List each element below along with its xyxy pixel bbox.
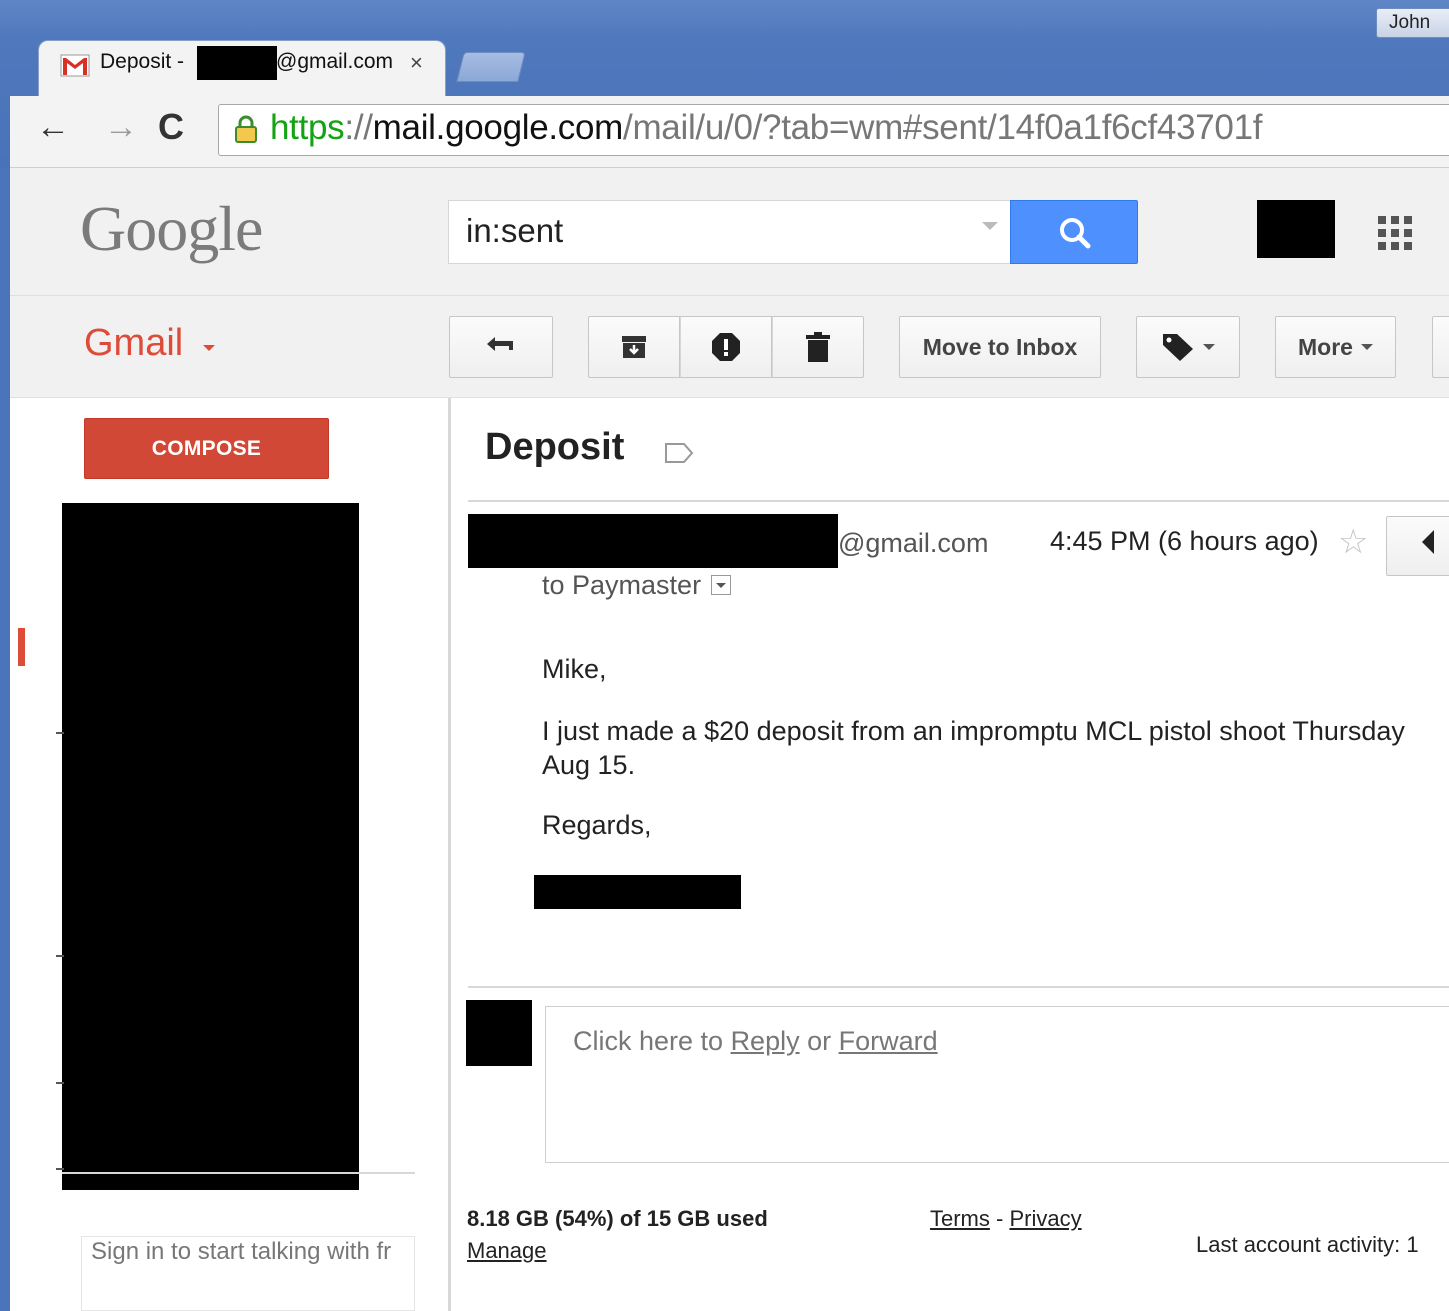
window-frame-edge bbox=[0, 168, 10, 1311]
signature-redacted bbox=[534, 875, 741, 909]
archive-button[interactable] bbox=[588, 316, 680, 378]
terms-link[interactable]: Terms bbox=[930, 1206, 990, 1231]
tab-title-suffix: @gmail.com bbox=[276, 50, 394, 73]
move-to-inbox-button[interactable]: Move to Inbox bbox=[899, 316, 1101, 378]
gmail-m-icon bbox=[60, 54, 90, 77]
url-path: /mail/u/0/?tab=wm#sent/14f0a1f6cf43701f bbox=[623, 108, 1263, 147]
lock-icon bbox=[235, 115, 257, 143]
account-avatar-redacted[interactable] bbox=[1257, 200, 1335, 258]
gmail-app-switcher[interactable]: Gmail bbox=[84, 322, 183, 365]
chevron-down-icon[interactable] bbox=[203, 345, 215, 351]
recipient-line: to Paymaster bbox=[542, 570, 732, 601]
tab-title-prefix: Deposit - bbox=[100, 50, 185, 73]
url-host: mail.google.com bbox=[372, 108, 624, 147]
delete-button[interactable] bbox=[772, 316, 864, 378]
body-paragraph-line: I just made a $20 deposit from an improm… bbox=[542, 716, 1405, 746]
forward-link[interactable]: Forward bbox=[839, 1026, 938, 1056]
sender-name-redacted bbox=[468, 514, 838, 568]
labels-menu-button[interactable] bbox=[1136, 316, 1240, 378]
sender-email: @gmail.com bbox=[838, 528, 989, 558]
reply-arrow-icon bbox=[1422, 530, 1434, 554]
redacted-label-list bbox=[62, 503, 359, 1190]
nav-expand-icon[interactable] bbox=[56, 955, 64, 957]
redacted-block bbox=[197, 46, 277, 80]
recipient-text: to Paymaster bbox=[542, 570, 702, 600]
search-input-value[interactable]: in:sent bbox=[466, 212, 563, 250]
footer-separator: - bbox=[989, 1206, 1010, 1231]
nav-expand-icon[interactable] bbox=[56, 1082, 64, 1084]
url-separator: :// bbox=[344, 108, 373, 147]
trash-icon bbox=[806, 332, 830, 362]
storage-usage: 8.18 GB (54%) of 15 GB used bbox=[467, 1206, 768, 1231]
reply-arrow-icon bbox=[487, 337, 513, 351]
label-tag-icon bbox=[1163, 334, 1193, 361]
star-icon[interactable]: ☆ bbox=[1338, 522, 1368, 562]
nav-expand-icon[interactable] bbox=[56, 732, 64, 734]
tab-close-icon[interactable]: × bbox=[410, 50, 423, 76]
message-divider bbox=[468, 986, 1449, 988]
back-to-sent-button[interactable] bbox=[449, 316, 553, 378]
nav-divider bbox=[62, 1172, 415, 1174]
report-spam-icon bbox=[712, 333, 740, 361]
search-icon bbox=[1060, 218, 1091, 249]
body-greeting: Mike, bbox=[542, 654, 607, 684]
compose-button[interactable]: COMPOSE bbox=[84, 418, 329, 479]
body-closing: Regards, bbox=[542, 810, 652, 840]
search-options-dropdown-icon[interactable] bbox=[982, 222, 998, 230]
more-menu-button[interactable]: More bbox=[1275, 316, 1396, 378]
browser-forward-icon[interactable]: → bbox=[104, 108, 138, 147]
message-subject: Deposit bbox=[485, 426, 625, 468]
manage-storage-link[interactable]: Manage bbox=[467, 1238, 547, 1264]
chevron-down-icon bbox=[1203, 344, 1215, 350]
chat-signin-text[interactable]: Sign in to start talking with fr bbox=[91, 1238, 413, 1266]
reply-button[interactable] bbox=[1386, 516, 1449, 576]
toolbar-overflow-button[interactable] bbox=[1432, 316, 1449, 378]
url-scheme: https bbox=[270, 108, 345, 147]
reply-link[interactable]: Reply bbox=[731, 1026, 800, 1056]
nav-active-indicator bbox=[18, 628, 25, 666]
chevron-down-icon bbox=[1360, 344, 1373, 350]
new-tab-button[interactable] bbox=[456, 52, 526, 82]
archive-icon bbox=[622, 336, 646, 358]
browser-back-icon[interactable]: ← bbox=[36, 108, 70, 147]
privacy-link[interactable]: Privacy bbox=[1009, 1206, 1081, 1231]
search-button[interactable] bbox=[1010, 200, 1138, 264]
content-divider bbox=[448, 398, 451, 1311]
label-outline-icon[interactable] bbox=[664, 442, 694, 464]
address-url[interactable]: https://mail.google.com/mail/u/0/?tab=wm… bbox=[270, 108, 1262, 148]
nav-expand-icon[interactable] bbox=[56, 1168, 64, 1170]
apps-grid-icon[interactable] bbox=[1378, 216, 1412, 250]
show-details-icon[interactable] bbox=[711, 574, 732, 595]
browser-reload-icon[interactable]: C bbox=[158, 106, 184, 148]
reply-prompt-text: Click here to bbox=[573, 1026, 731, 1056]
reply-prompt: Click here to Reply or Forward bbox=[573, 1026, 938, 1057]
message-timestamp: 4:45 PM (6 hours ago) bbox=[1050, 526, 1319, 556]
google-logo[interactable]: Google bbox=[80, 192, 263, 266]
footer-links: Terms - Privacy bbox=[930, 1206, 1082, 1232]
avatar bbox=[466, 1000, 532, 1066]
report-spam-button[interactable] bbox=[680, 316, 772, 378]
browser-user-button[interactable]: John bbox=[1376, 8, 1449, 38]
reply-prompt-or: or bbox=[799, 1026, 839, 1056]
subject-divider bbox=[468, 500, 1449, 502]
more-button-label: More bbox=[1298, 333, 1353, 360]
last-account-activity: Last account activity: 1 bbox=[1196, 1232, 1419, 1257]
body-paragraph-line: Aug 15. bbox=[542, 750, 636, 780]
